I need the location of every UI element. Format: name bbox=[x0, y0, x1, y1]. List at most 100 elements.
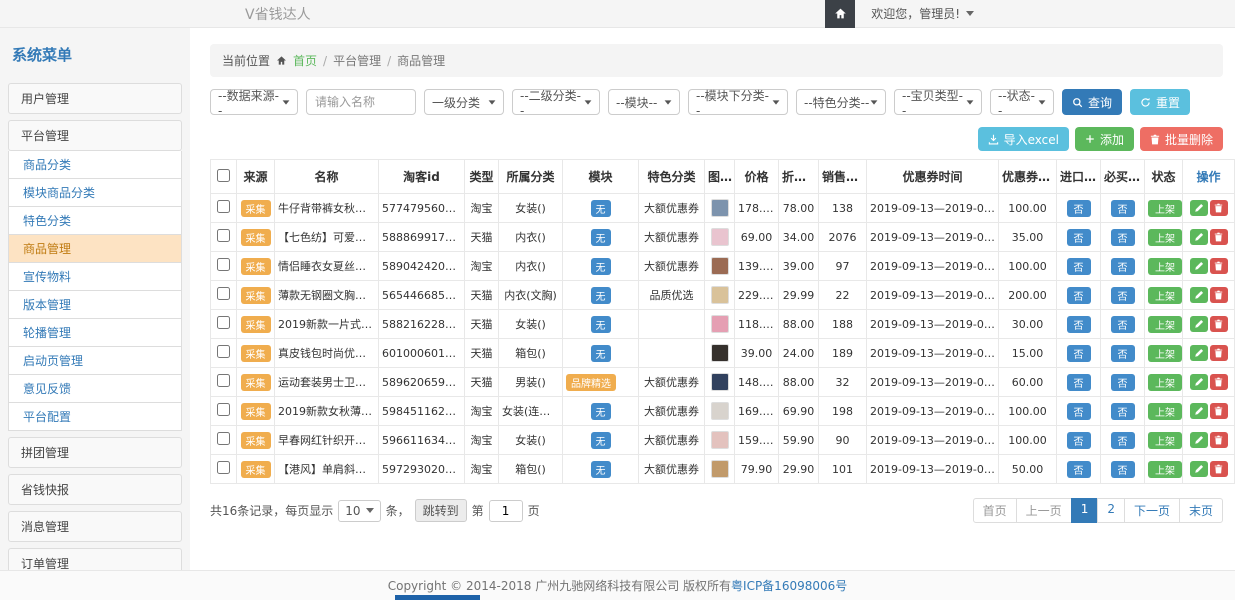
must-buy-toggle[interactable]: 否 bbox=[1111, 432, 1135, 449]
edit-button[interactable] bbox=[1190, 229, 1208, 245]
status-button[interactable]: 上架 bbox=[1148, 287, 1182, 304]
must-buy-toggle[interactable]: 否 bbox=[1111, 403, 1135, 420]
select-all-checkbox[interactable] bbox=[217, 169, 230, 182]
reset-button[interactable]: 重置 bbox=[1130, 89, 1190, 115]
sidebar-item-4[interactable]: 特色分类 bbox=[8, 207, 182, 235]
row-checkbox[interactable] bbox=[217, 345, 230, 358]
filter-select-module-sub[interactable]: --模块下分类-- bbox=[688, 89, 788, 115]
row-checkbox[interactable] bbox=[217, 200, 230, 213]
import-select-toggle[interactable]: 否 bbox=[1067, 432, 1091, 449]
edit-button[interactable] bbox=[1190, 403, 1208, 419]
status-button[interactable]: 上架 bbox=[1148, 432, 1182, 449]
filter-select-status[interactable]: --状态-- bbox=[990, 89, 1054, 115]
import-select-toggle[interactable]: 否 bbox=[1067, 403, 1091, 420]
sidebar-item-2[interactable]: 商品分类 bbox=[8, 151, 182, 179]
icp-link[interactable]: 粤ICP备16098006号 bbox=[731, 577, 847, 594]
must-buy-toggle[interactable]: 否 bbox=[1111, 374, 1135, 391]
status-button[interactable]: 上架 bbox=[1148, 345, 1182, 362]
sidebar-item-5[interactable]: 商品管理 bbox=[8, 235, 182, 263]
sidebar-item-9[interactable]: 启动页管理 bbox=[8, 347, 182, 375]
delete-button[interactable] bbox=[1210, 461, 1228, 477]
row-checkbox[interactable] bbox=[217, 258, 230, 271]
row-checkbox[interactable] bbox=[217, 287, 230, 300]
sidebar-item-3[interactable]: 模块商品分类 bbox=[8, 179, 182, 207]
pager-button-3[interactable]: 2 bbox=[1097, 498, 1125, 523]
delete-button[interactable] bbox=[1210, 287, 1228, 303]
per-page-select[interactable]: 10 bbox=[338, 500, 380, 522]
status-button[interactable]: 上架 bbox=[1148, 374, 1182, 391]
edit-button[interactable] bbox=[1190, 200, 1208, 216]
status-button[interactable]: 上架 bbox=[1148, 461, 1182, 478]
page-number-input[interactable] bbox=[489, 500, 523, 522]
user-menu[interactable]: 欢迎您，管理员! bbox=[855, 0, 990, 28]
import-select-toggle[interactable]: 否 bbox=[1067, 345, 1091, 362]
import-select-toggle[interactable]: 否 bbox=[1067, 461, 1091, 478]
edit-button[interactable] bbox=[1190, 345, 1208, 361]
import-select-toggle[interactable]: 否 bbox=[1067, 374, 1091, 391]
horizontal-scrollbar-thumb[interactable] bbox=[395, 595, 480, 600]
sidebar-item-7[interactable]: 版本管理 bbox=[8, 291, 182, 319]
filter-select-module[interactable]: --模块-- bbox=[608, 89, 680, 115]
edit-button[interactable] bbox=[1190, 432, 1208, 448]
must-buy-toggle[interactable]: 否 bbox=[1111, 345, 1135, 362]
breadcrumb-home-link[interactable]: 首页 bbox=[293, 52, 317, 69]
sidebar-item-6[interactable]: 宣传物料 bbox=[8, 263, 182, 291]
import-select-toggle[interactable]: 否 bbox=[1067, 316, 1091, 333]
filter-select-level2-category[interactable]: --二级分类-- bbox=[512, 89, 600, 115]
status-button[interactable]: 上架 bbox=[1148, 229, 1182, 246]
import-select-toggle[interactable]: 否 bbox=[1067, 287, 1091, 304]
delete-button[interactable] bbox=[1210, 258, 1228, 274]
sidebar-item-12[interactable]: 拼团管理 bbox=[8, 437, 182, 468]
pager-button-2[interactable]: 1 bbox=[1071, 498, 1099, 523]
must-buy-toggle[interactable]: 否 bbox=[1111, 287, 1135, 304]
home-button[interactable] bbox=[825, 0, 855, 28]
pager-button-5[interactable]: 末页 bbox=[1179, 498, 1223, 523]
sidebar-item-14[interactable]: 消息管理 bbox=[8, 511, 182, 542]
add-button[interactable]: 添加 bbox=[1075, 127, 1134, 151]
edit-button[interactable] bbox=[1190, 316, 1208, 332]
row-checkbox[interactable] bbox=[217, 316, 230, 329]
sidebar-item-8[interactable]: 轮播管理 bbox=[8, 319, 182, 347]
pager-button-1[interactable]: 上一页 bbox=[1016, 498, 1072, 523]
pager-button-0[interactable]: 首页 bbox=[973, 498, 1017, 523]
sidebar-item-13[interactable]: 省钱快报 bbox=[8, 474, 182, 505]
sidebar-item-10[interactable]: 意见反馈 bbox=[8, 375, 182, 403]
name-search-input[interactable] bbox=[306, 89, 416, 115]
import-select-toggle[interactable]: 否 bbox=[1067, 258, 1091, 275]
filter-select-item-type[interactable]: --宝贝类型-- bbox=[894, 89, 982, 115]
filter-select-data-source[interactable]: --数据来源-- bbox=[210, 89, 298, 115]
search-button[interactable]: 查询 bbox=[1062, 89, 1122, 115]
row-checkbox[interactable] bbox=[217, 403, 230, 416]
delete-button[interactable] bbox=[1210, 345, 1228, 361]
status-button[interactable]: 上架 bbox=[1148, 403, 1182, 420]
pager-button-4[interactable]: 下一页 bbox=[1124, 498, 1180, 523]
import-select-toggle[interactable]: 否 bbox=[1067, 229, 1091, 246]
must-buy-toggle[interactable]: 否 bbox=[1111, 229, 1135, 246]
sidebar-item-0[interactable]: 用户管理 bbox=[8, 83, 182, 114]
row-checkbox[interactable] bbox=[217, 432, 230, 445]
must-buy-toggle[interactable]: 否 bbox=[1111, 461, 1135, 478]
status-button[interactable]: 上架 bbox=[1148, 316, 1182, 333]
filter-select-feature[interactable]: --特色分类-- bbox=[796, 89, 886, 115]
sidebar-item-1[interactable]: 平台管理 bbox=[8, 120, 182, 151]
edit-button[interactable] bbox=[1190, 258, 1208, 274]
delete-button[interactable] bbox=[1210, 229, 1228, 245]
jump-button[interactable]: 跳转到 bbox=[415, 499, 467, 522]
import-select-toggle[interactable]: 否 bbox=[1067, 200, 1091, 217]
sidebar-item-11[interactable]: 平台配置 bbox=[8, 403, 182, 431]
row-checkbox[interactable] bbox=[217, 461, 230, 474]
status-button[interactable]: 上架 bbox=[1148, 258, 1182, 275]
delete-button[interactable] bbox=[1210, 374, 1228, 390]
filter-select-level1-category[interactable]: 一级分类 bbox=[424, 89, 504, 115]
row-checkbox[interactable] bbox=[217, 229, 230, 242]
breadcrumb-item-platform[interactable]: 平台管理 bbox=[333, 52, 381, 69]
delete-button[interactable] bbox=[1210, 316, 1228, 332]
delete-button[interactable] bbox=[1210, 200, 1228, 216]
must-buy-toggle[interactable]: 否 bbox=[1111, 316, 1135, 333]
import-excel-button[interactable]: 导入excel bbox=[978, 127, 1069, 151]
row-checkbox[interactable] bbox=[217, 374, 230, 387]
must-buy-toggle[interactable]: 否 bbox=[1111, 258, 1135, 275]
edit-button[interactable] bbox=[1190, 461, 1208, 477]
edit-button[interactable] bbox=[1190, 374, 1208, 390]
batch-delete-button[interactable]: 批量删除 bbox=[1140, 127, 1223, 151]
